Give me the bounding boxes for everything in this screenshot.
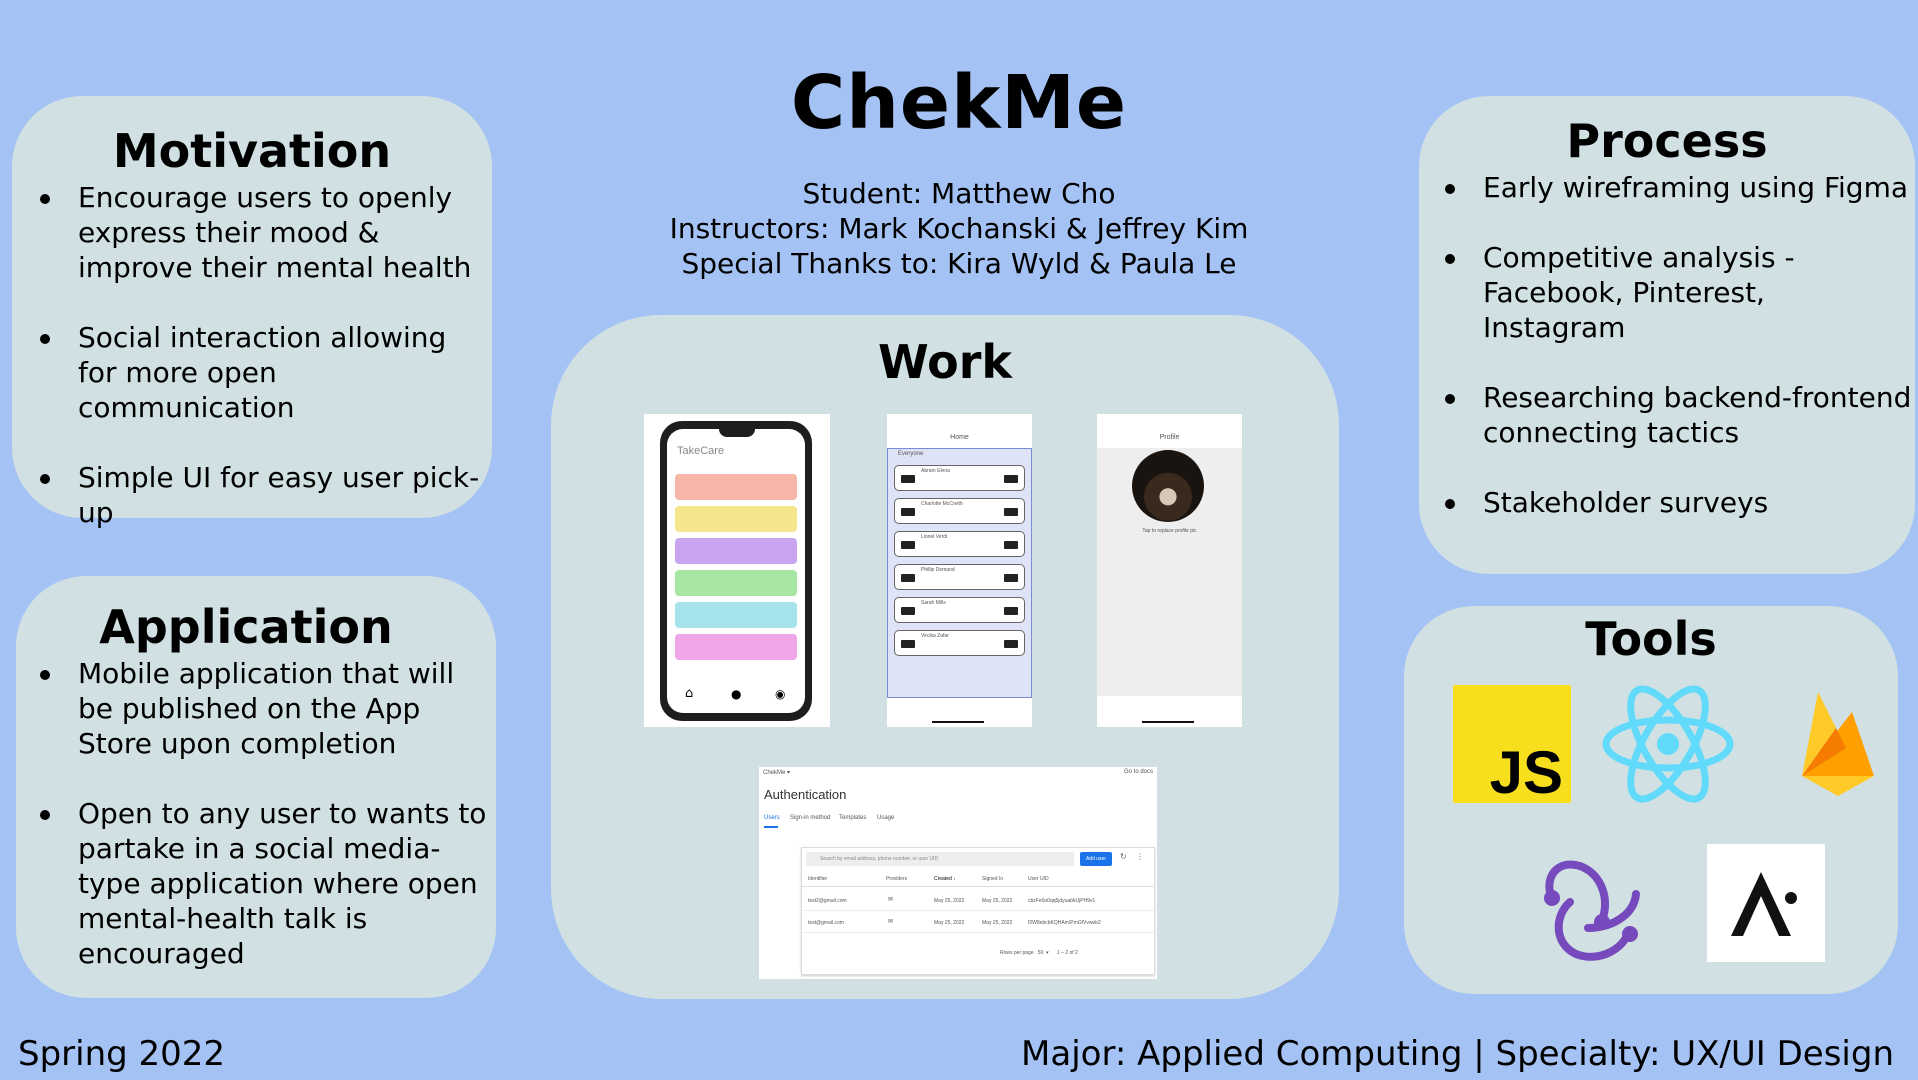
console-brand: ChekMe ▾	[763, 770, 791, 776]
app-name: TakeCare	[677, 445, 725, 457]
motivation-heading: Motivation	[112, 124, 392, 178]
list-item: Stakeholder surveys	[1429, 485, 1915, 520]
work-panel: Work TakeCare ⌂ ● ◉ Home Everyone Abram …	[551, 315, 1339, 999]
cell: f2W8ebcbKQHAm/PmGfVvweb2	[1028, 920, 1101, 926]
mood-row	[675, 634, 797, 660]
redux-icon	[1544, 860, 1640, 961]
list-item: Phillip Demand	[894, 564, 1025, 590]
list-item: Sarah Mills	[894, 597, 1025, 623]
person-icon: ●	[731, 687, 742, 701]
col-created: Created ↓	[934, 876, 956, 882]
col-user-uid: User UID	[1028, 876, 1049, 882]
application-panel: Application Mobile application that will…	[16, 576, 496, 998]
footer-major: Major: Applied Computing | Specialty: UX…	[1021, 1034, 1894, 1074]
cell: test2@gmail.com	[808, 898, 847, 904]
cell: May 25, 2022	[982, 920, 1013, 926]
list-item: Simple UI for easy user pick-up	[24, 460, 484, 530]
list-item: Lionel Verdi	[894, 531, 1025, 557]
list-item: Competitive analysis - Facebook, Pintere…	[1429, 240, 1915, 345]
application-heading: Application	[99, 600, 393, 654]
phone-mockup-profile: Profile Tap to replace profile pic	[1097, 414, 1242, 727]
profile-icon: ◉	[775, 687, 786, 701]
docs-link[interactable]: Go to docs	[1124, 769, 1153, 775]
tab-usage[interactable]: Usage	[877, 815, 894, 821]
tab-sign-in-method[interactable]: Sign-in method	[790, 815, 830, 821]
list-item: Researching backend-frontend connecting …	[1429, 380, 1915, 450]
mood-row	[675, 474, 797, 500]
cell: test@gmail.com	[808, 920, 844, 926]
col-providers: Providers	[886, 876, 908, 882]
firebase-icon	[1802, 692, 1874, 796]
list-item: Open to any user to wants to partake in …	[24, 796, 488, 971]
react-icon	[1602, 685, 1734, 803]
cell: cbzFe0u0qq5jdyuabkUjPH9v1	[1028, 898, 1096, 904]
tab-templates[interactable]: Templates	[839, 815, 866, 821]
cell: May 25, 2022	[934, 898, 965, 904]
work-heading: Work	[878, 335, 1012, 389]
cell: May 25, 2022	[982, 898, 1013, 904]
list-item: Early wireframing using Figma	[1429, 170, 1915, 205]
process-panel: Process Early wireframing using Figma Co…	[1419, 96, 1915, 574]
expo-icon	[1707, 844, 1825, 962]
list-item: Mobile application that will be publishe…	[24, 656, 488, 761]
application-list: Mobile application that will be publishe…	[24, 656, 488, 1006]
list-item: Encourage users to openly express their …	[24, 180, 484, 285]
motivation-panel: Motivation Encourage users to openly exp…	[12, 96, 492, 529]
refresh-icon[interactable]: ↻	[1120, 852, 1127, 861]
mood-row	[675, 506, 797, 532]
process-list: Early wireframing using Figma Competitiv…	[1429, 170, 1915, 555]
col-identifier: Identifier	[808, 876, 828, 882]
mood-row	[675, 538, 797, 564]
profile-caption: Tap to replace profile pic	[1142, 528, 1197, 534]
home-icon: ⌂	[685, 686, 694, 701]
user-search-input[interactable]: Search by email address, phone number, o…	[806, 852, 1074, 866]
phone-mockup-takecare: TakeCare ⌂ ● ◉	[644, 414, 830, 727]
mood-row	[675, 602, 797, 628]
profile-avatar	[1132, 450, 1204, 522]
pagination: Rows per page 50 ▾ 1 – 2 of 2	[1000, 950, 1078, 956]
list-item: Vecika Zafar	[894, 630, 1025, 656]
home-header: Home	[950, 434, 969, 441]
motivation-list: Encourage users to openly express their …	[24, 180, 484, 565]
more-icon[interactable]: ⋮	[1136, 852, 1144, 861]
cell: ✉	[888, 919, 894, 925]
auth-console-mockup: ChekMe ▾ Go to docs Authentication Users…	[759, 767, 1157, 979]
javascript-icon: JS	[1453, 685, 1571, 803]
tools-panel: Tools JS	[1404, 606, 1898, 994]
filter-select[interactable]: Everyone	[898, 451, 923, 457]
cell: May 25, 2022	[934, 920, 965, 926]
list-item: Charlotte McCreith	[894, 498, 1025, 524]
phone-mockup-home: Home Everyone Abram Elena Charlotte McCr…	[887, 414, 1032, 727]
list-item: Social interaction allowing for more ope…	[24, 320, 484, 425]
footer-term: Spring 2022	[18, 1034, 226, 1074]
col-signed-in: Signed In	[982, 876, 1004, 882]
tab-users[interactable]: Users	[764, 815, 780, 821]
auth-heading: Authentication	[764, 787, 847, 802]
profile-header: Profile	[1159, 434, 1180, 441]
tools-heading: Tools	[1585, 612, 1717, 666]
process-heading: Process	[1566, 114, 1768, 168]
mood-row	[675, 570, 797, 596]
list-item: Abram Elena	[894, 465, 1025, 491]
cell: ✉	[888, 897, 894, 903]
add-user-button[interactable]: Add user	[1080, 852, 1112, 866]
